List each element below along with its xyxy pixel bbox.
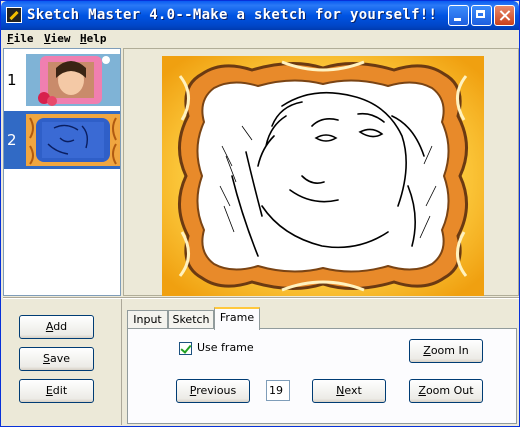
zoom-in-button[interactable]: Zoom In xyxy=(409,339,483,363)
photo-thumbnail-image xyxy=(26,54,120,106)
sketch-thumbnail-image xyxy=(26,114,120,166)
main-window: Sketch Master 4.0--Make a sketch for you… xyxy=(0,0,520,427)
zoom-out-button[interactable]: Zoom Out xyxy=(409,379,483,403)
close-icon[interactable] xyxy=(494,5,515,26)
previous-button[interactable]: Previous xyxy=(176,379,250,403)
window-title: Sketch Master 4.0--Make a sketch for you… xyxy=(27,7,438,23)
thumbnail-item-1[interactable]: 1 xyxy=(4,51,120,109)
thumbnail-number: 1 xyxy=(7,71,17,89)
preview-panel xyxy=(123,48,519,296)
use-frame-checkbox[interactable] xyxy=(179,342,192,355)
save-button[interactable]: Save xyxy=(19,347,94,371)
thumbnail-list[interactable]: 1 2 xyxy=(3,48,121,296)
tab-sketch[interactable]: Sketch xyxy=(168,310,214,329)
menu-bar: File View Help xyxy=(1,30,519,47)
next-button[interactable]: Next xyxy=(312,379,386,403)
thumbnail-item-2[interactable]: 2 xyxy=(4,111,120,169)
frame-number-field[interactable]: 19 xyxy=(266,380,290,401)
thumbnail-number: 2 xyxy=(7,131,17,149)
edit-button[interactable]: Edit xyxy=(19,379,94,403)
menu-view[interactable]: View xyxy=(44,32,71,45)
app-brush-icon[interactable] xyxy=(6,7,22,23)
tab-frame[interactable]: Frame xyxy=(214,307,260,330)
menu-help[interactable]: Help xyxy=(80,32,107,45)
use-frame-label: Use frame xyxy=(197,341,254,354)
minimize-icon[interactable] xyxy=(448,5,469,26)
title-bar[interactable]: Sketch Master 4.0--Make a sketch for you… xyxy=(1,1,519,30)
sketch-preview-image xyxy=(162,56,484,296)
control-panel: Add Save Edit Input Sketch Frame Use fra… xyxy=(3,298,519,427)
maximize-icon[interactable] xyxy=(471,5,492,26)
tab-input[interactable]: Input xyxy=(127,310,168,329)
action-pane: Add Save Edit xyxy=(3,299,122,425)
frame-tab-panel: Use frame Zoom In Previous 19 Next Zoom … xyxy=(127,328,517,424)
add-button[interactable]: Add xyxy=(19,315,94,339)
menu-file[interactable]: File xyxy=(7,32,34,45)
